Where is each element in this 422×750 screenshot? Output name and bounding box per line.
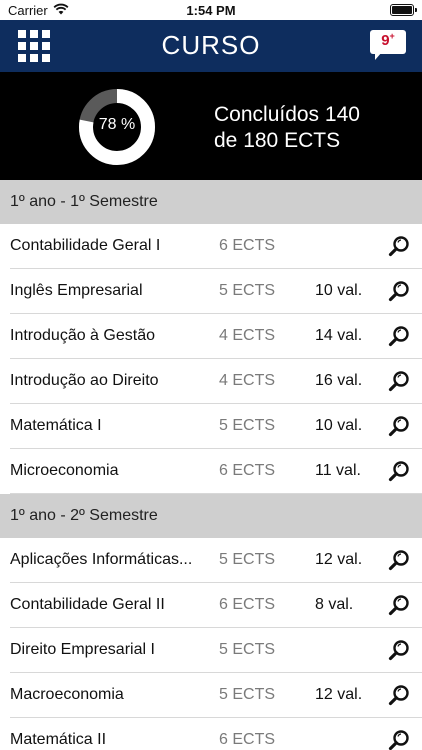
course-row[interactable]: Inglês Empresarial 5 ECTS 10 val. — [0, 269, 422, 314]
course-row[interactable]: Microeconomia 6 ECTS 11 val. — [0, 449, 422, 494]
course-grade: 12 val. — [315, 551, 363, 568]
course-grade: 10 val. — [315, 282, 363, 299]
course-name: Contabilidade Geral II — [10, 596, 165, 613]
notifications-button[interactable]: 9+ — [370, 30, 406, 60]
course-grade: 14 val. — [315, 327, 363, 344]
course-row[interactable]: Introdução à Gestão 4 ECTS 14 val. — [0, 314, 422, 359]
course-ects: 4 ECTS — [219, 327, 276, 344]
search-icon[interactable] — [388, 684, 410, 706]
search-icon[interactable] — [388, 729, 410, 750]
progress-line-1: Concluídos 140 — [214, 103, 360, 126]
course-ects: 6 ECTS — [219, 462, 276, 479]
course-ects: 4 ECTS — [219, 372, 276, 389]
course-ects: 5 ECTS — [219, 641, 276, 658]
course-name: Matemática I — [10, 417, 102, 434]
course-name: Introdução à Gestão — [10, 327, 155, 344]
course-name: Macroeconomia — [10, 686, 124, 703]
search-icon[interactable] — [388, 415, 410, 437]
nav-bar: CURSO 9+ — [0, 20, 422, 72]
section-header: 1º ano - 2º Semestre — [0, 494, 422, 538]
course-row[interactable]: Aplicações Informáticas... 5 ECTS 12 val. — [0, 538, 422, 583]
course-row[interactable]: Direito Empresarial I 5 ECTS — [0, 628, 422, 673]
search-icon[interactable] — [388, 639, 410, 661]
section-header: 1º ano - 1º Semestre — [0, 180, 422, 224]
course-grade: 8 val. — [315, 596, 354, 613]
course-ects: 5 ECTS — [219, 551, 276, 568]
course-list: 1º ano - 1º Semestre Contabilidade Geral … — [0, 180, 422, 750]
progress-summary: 78 % Concluídos 140 de 180 ECTS — [0, 72, 422, 180]
course-row[interactable]: Contabilidade Geral I 6 ECTS — [0, 224, 422, 269]
course-row[interactable]: Matemática II 6 ECTS — [0, 718, 422, 750]
search-icon[interactable] — [388, 325, 410, 347]
search-icon[interactable] — [388, 235, 410, 257]
course-ects: 6 ECTS — [219, 596, 276, 613]
search-icon[interactable] — [388, 549, 410, 571]
notification-badge: 9+ — [381, 31, 395, 49]
course-name: Introdução ao Direito — [10, 372, 159, 389]
course-grade: 11 val. — [315, 462, 361, 479]
course-ects: 6 ECTS — [219, 731, 276, 748]
course-name: Matemática II — [10, 731, 107, 748]
course-row[interactable]: Contabilidade Geral II 6 ECTS 8 val. — [0, 583, 422, 628]
page-title: CURSO — [161, 30, 261, 60]
course-ects: 5 ECTS — [219, 686, 276, 703]
course-grade: 10 val. — [315, 417, 363, 434]
course-ects: 5 ECTS — [219, 417, 276, 434]
course-grade: 16 val. — [315, 372, 363, 389]
course-ects: 6 ECTS — [219, 237, 276, 254]
course-name: Aplicações Informáticas... — [10, 551, 193, 568]
battery-icon — [390, 4, 417, 16]
progress-line-2: de 180 ECTS — [214, 129, 341, 152]
course-row[interactable]: Matemática I 5 ECTS 10 val. — [0, 404, 422, 449]
course-row[interactable]: Introdução ao Direito 4 ECTS 16 val. — [0, 359, 422, 404]
status-time: 1:54 PM — [186, 3, 236, 18]
search-icon[interactable] — [388, 460, 410, 482]
course-name: Contabilidade Geral I — [10, 237, 161, 254]
course-ects: 5 ECTS — [219, 282, 276, 299]
search-icon[interactable] — [388, 594, 410, 616]
status-bar: Carrier 1:54 PM — [0, 0, 422, 20]
course-grade: 12 val. — [315, 686, 363, 703]
course-name: Inglês Empresarial — [10, 282, 143, 299]
search-icon[interactable] — [388, 370, 410, 392]
progress-percent: 78 % — [98, 116, 136, 133]
course-name: Direito Empresarial I — [10, 641, 155, 658]
search-icon[interactable] — [388, 280, 410, 302]
course-name: Microeconomia — [10, 462, 119, 479]
course-row[interactable]: Macroeconomia 5 ECTS 12 val. — [0, 673, 422, 718]
progress-text: Concluídos 140 de 180 ECTS — [214, 102, 360, 154]
